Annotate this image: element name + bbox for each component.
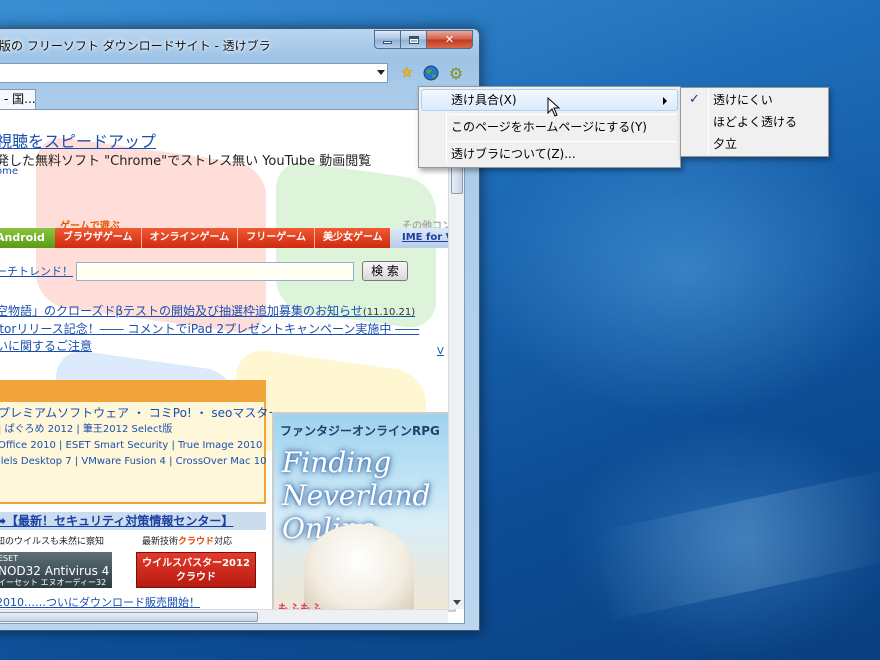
submenu-item-medium[interactable]: ほどよく透ける xyxy=(683,111,826,133)
submenu-item-low[interactable]: ✓ 透けにくい xyxy=(683,89,826,111)
news-item-text: いに関するご注意 xyxy=(0,339,93,353)
game-ad-logo: Finding Neverland Online xyxy=(282,446,431,545)
caption-highlight: クラウド xyxy=(178,537,215,547)
footer-news-link[interactable]: 2010……ついにダウンロード販売開始！ xyxy=(0,594,200,610)
menu-separator xyxy=(449,114,677,115)
tab-strip: - 国... xyxy=(0,87,479,109)
security-center-heading[interactable]: ➡【最新！セキュリティ対策情報センター】 xyxy=(0,512,266,530)
title-bar[interactable]: 版の フリーソフト ダウンロードサイト - 透けブラ ✕ xyxy=(0,29,479,59)
toolbar: ★ ⚙ xyxy=(0,61,479,87)
virusbuster-sub: クラウド xyxy=(176,572,216,583)
software-promo-box: プレミアムソフトウェア ・ コミPo! ・ seoマスター | ぱぐろめ 201… xyxy=(0,380,280,504)
submenu-item-label: 透けにくい xyxy=(713,93,773,107)
news-date: (11.10.21) xyxy=(362,307,416,318)
promo-link[interactable]: プレミアムソフトウェア ・ コミPo! ・ seoマスター xyxy=(0,404,280,422)
headline-link[interactable]: 視聴をスピードアップ xyxy=(0,128,156,152)
menu-item-label: このページをホームページにする(Y) xyxy=(451,120,647,134)
menu-separator xyxy=(449,141,677,142)
game-character-image xyxy=(304,524,414,610)
nav-item-free-games[interactable]: フリーゲーム xyxy=(238,228,315,248)
news-more-link[interactable]: V xyxy=(437,346,444,357)
news-item[interactable]: いに関するご注意 xyxy=(0,338,416,355)
close-icon: ✕ xyxy=(444,33,455,46)
maximize-icon xyxy=(408,35,419,44)
address-bar[interactable] xyxy=(0,63,388,83)
menu-item-label: 透け具合(X) xyxy=(451,93,517,107)
news-item-text: itorリリース記念！―― コメントでiPad 2プレゼントキャンペーン実施中 … xyxy=(0,322,420,336)
eset-caption: 知のウイルスも未然に察知 xyxy=(0,537,105,547)
nav-item-android[interactable]: Android xyxy=(0,228,55,248)
promo-links: プレミアムソフトウェア ・ コミPo! ・ seoマスター | ぱぐろめ 201… xyxy=(0,402,280,470)
submenu-item-label: 夕立 xyxy=(713,137,738,151)
search-button[interactable]: 検 索 xyxy=(362,261,408,281)
news-list: 空物語」のクローズドβテストの開始及び抽選枠追加募集のお知らせ(11.10.21… xyxy=(0,303,420,355)
minimize-icon xyxy=(383,41,392,44)
nav-item-online-games[interactable]: オンラインゲーム xyxy=(141,228,239,248)
nav-item-bishoujo-games[interactable]: 美少女ゲーム xyxy=(314,228,392,248)
news-item[interactable]: 空物語」のクローズドβテストの開始及び抽選枠追加募集のお知らせ(11.10.21… xyxy=(0,303,416,321)
search-row: ーチトレンド！ 検 索 xyxy=(0,260,456,282)
caption-text: 最新技術 xyxy=(142,537,179,547)
vertical-scroll-thumb[interactable] xyxy=(451,164,463,194)
minimize-button[interactable] xyxy=(374,30,401,49)
eset-banner[interactable]: ESET NOD32 Antivirus 4 イーセット エヌオーディー32 ア… xyxy=(0,552,112,597)
eset-logo-text: ESET xyxy=(0,554,19,563)
promo-link[interactable]: | ぱぐろめ 2012 | 筆王2012 Select版 xyxy=(0,422,264,438)
web-page-viewport: 視聴をスピードアップ 発した無料ソフト "Chrome"でストレス無い YouT… xyxy=(0,109,465,624)
horizontal-scroll-thumb[interactable] xyxy=(0,612,258,622)
page-background: 視聴をスピードアップ 発した無料ソフト "Chrome"でストレス無い YouT… xyxy=(0,110,462,612)
scroll-down-icon[interactable] xyxy=(453,600,461,605)
submenu-item-label: ほどよく透ける xyxy=(713,115,798,129)
virusbuster-banner[interactable]: ウイルスバスター2012 クラウド xyxy=(136,552,256,588)
submenu-item-shower[interactable]: 夕立 xyxy=(683,133,826,155)
news-item[interactable]: itorリリース記念！―― コメントでiPad 2プレゼントキャンペーン実施中 … xyxy=(0,321,420,338)
eset-product-name: NOD32 Antivirus 4 xyxy=(0,564,110,578)
transparency-submenu: ✓ 透けにくい ほどよく透ける 夕立 xyxy=(680,87,829,157)
search-input[interactable] xyxy=(76,262,354,281)
horizontal-scrollbar[interactable] xyxy=(0,609,448,623)
caption-text: 対応 xyxy=(214,537,233,547)
news-item-text: 空物語」のクローズドβテストの開始及び抽選枠追加募集のお知らせ xyxy=(0,304,363,318)
close-button[interactable]: ✕ xyxy=(427,30,473,49)
submenu-arrow-icon xyxy=(663,97,667,105)
category-navbar: Android ブラウザゲーム オンラインゲーム フリーゲーム 美少女ゲーム xyxy=(0,228,392,248)
search-trend-link[interactable]: ーチトレンド！ xyxy=(0,263,73,279)
menu-item-label: 透けブラについて(Z)... xyxy=(451,147,576,161)
headline-description: 発した無料ソフト "Chrome"でストレス無い YouTube 動画閲覧 xyxy=(0,154,372,169)
caption-buttons: ✕ xyxy=(374,30,473,49)
globe-icon[interactable] xyxy=(422,64,440,82)
nav-item-browser-games[interactable]: ブラウザゲーム xyxy=(54,228,142,248)
game-ad-banner[interactable]: ファンタジーオンラインRPG Finding Neverland Online … xyxy=(272,412,456,612)
headline-sublink[interactable]: ome xyxy=(0,166,18,177)
virusbuster-caption: 最新技術クラウド対応 xyxy=(142,534,232,547)
game-ad-title: ファンタジーオンラインRPG xyxy=(280,424,440,438)
promo-link[interactable]: Office 2010 | ESET Smart Security | True… xyxy=(0,438,264,454)
tab-current[interactable]: - 国... xyxy=(0,89,36,109)
star-icon[interactable]: ★ xyxy=(398,64,416,82)
address-dropdown-icon[interactable] xyxy=(377,70,385,75)
gear-icon[interactable]: ⚙ xyxy=(447,64,465,83)
mouse-cursor-icon xyxy=(547,97,561,117)
promo-link[interactable]: llels Desktop 7 | VMware Fusion 4 | Cros… xyxy=(0,454,266,470)
menu-item-about[interactable]: 透けブラについて(Z)... xyxy=(421,143,678,165)
check-icon: ✓ xyxy=(689,92,700,107)
maximize-button[interactable] xyxy=(401,30,427,49)
window-title: 版の フリーソフト ダウンロードサイト - 透けブラ xyxy=(0,39,271,53)
browser-window: 版の フリーソフト ダウンロードサイト - 透けブラ ✕ ★ ⚙ - 国... xyxy=(0,28,480,631)
vertical-scrollbar[interactable] xyxy=(448,110,464,609)
menu-item-set-homepage[interactable]: このページをホームページにする(Y) xyxy=(421,116,678,138)
virusbuster-name: ウイルスバスター2012 xyxy=(142,558,250,569)
